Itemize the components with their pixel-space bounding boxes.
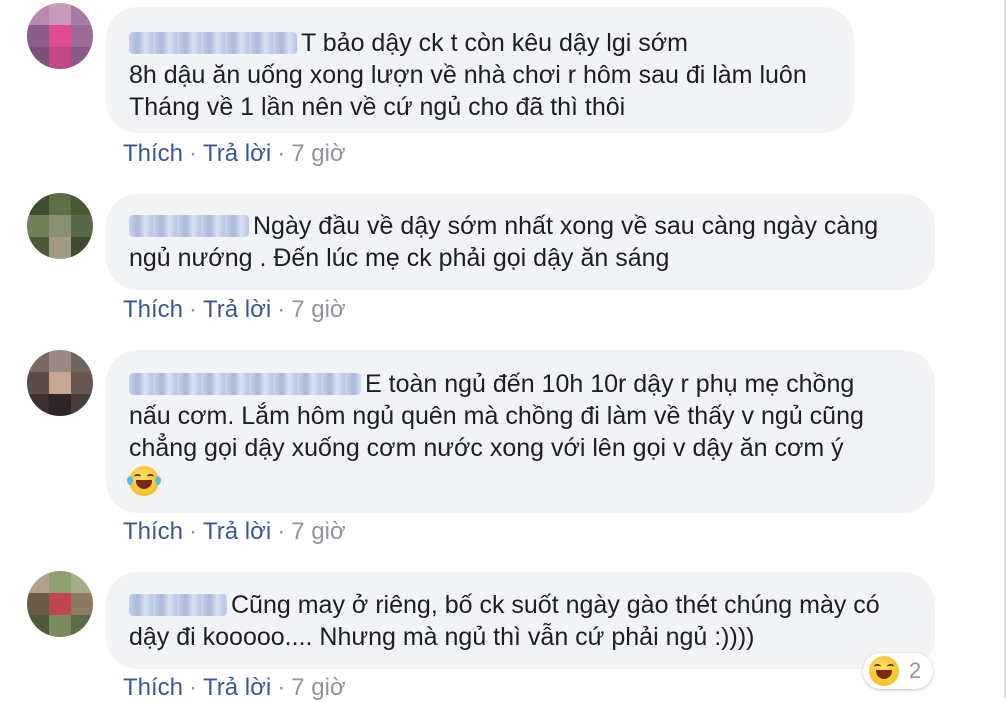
comment-bubble: Cũng may ở riêng, bố ck suốt ngày gào th…: [106, 572, 935, 669]
comment-bubble: T bảo dậy ck t còn kêu dậy lgi sớm 8h dậ…: [106, 7, 854, 133]
avatar[interactable]: [27, 571, 93, 637]
timestamp[interactable]: 7 giờ: [291, 518, 345, 546]
comment-bubble: Ngày đầu về dậy sớm nhất xong về sau càn…: [106, 194, 935, 290]
commenter-name[interactable]: [129, 215, 249, 237]
separator: ·: [189, 296, 198, 323]
reply-link[interactable]: Trả lời: [203, 296, 271, 324]
like-link[interactable]: Thích: [123, 140, 183, 168]
commenter-name[interactable]: [129, 32, 297, 54]
timestamp[interactable]: 7 giờ: [291, 296, 345, 324]
comment-line: nấu cơm. Lắm hôm ngủ quên mà chồng đi là…: [129, 402, 864, 430]
avatar[interactable]: [27, 3, 93, 69]
separator: ·: [189, 140, 198, 167]
timestamp[interactable]: 7 giờ: [291, 140, 345, 168]
haha-reaction-icon: [869, 656, 899, 686]
separator: ·: [277, 296, 286, 323]
avatar[interactable]: [27, 193, 93, 259]
reply-link[interactable]: Trả lời: [203, 140, 271, 168]
comment-bubble: E toàn ngủ đến 10h 10r dậy r phụ mẹ chồn…: [106, 350, 935, 513]
like-link[interactable]: Thích: [123, 296, 183, 324]
separator: ·: [277, 518, 286, 545]
commenter-name[interactable]: [129, 594, 227, 616]
comment-line: Tháng về 1 lần nên về cứ ngủ cho đã thì …: [129, 93, 626, 121]
comment-line: E toàn ngủ đến 10h 10r dậy r phụ mẹ chồn…: [129, 368, 915, 400]
comment-line: Cũng may ở riêng, bố ck suốt ngày gào th…: [129, 589, 915, 621]
reply-link[interactable]: Trả lời: [203, 518, 271, 546]
laughing-tears-icon: [127, 466, 161, 497]
comment-line: chẳng gọi dậy xuống cơm nước xong với lê…: [129, 434, 844, 462]
comment-actions: Thích · Trả lời · 7 giờ: [123, 296, 346, 324]
separator: ·: [189, 518, 198, 545]
reaction-summary[interactable]: 2: [863, 653, 933, 689]
comment-line: T bảo dậy ck t còn kêu dậy lgi sớm: [129, 27, 834, 59]
comment-line: Ngày đầu về dậy sớm nhất xong về sau càn…: [129, 210, 915, 242]
like-link[interactable]: Thích: [123, 518, 183, 546]
comment-line: [127, 464, 915, 497]
comment-line: ngủ nướng . Đến lúc mẹ ck phải gọi dậy ă…: [129, 244, 670, 272]
commenter-name[interactable]: [129, 373, 361, 395]
reaction-count: 2: [909, 658, 922, 683]
comment-actions: Thích · Trả lời · 7 giờ: [123, 518, 346, 546]
comment-line: 8h dậu ăn uống xong lượn về nhà chơi r h…: [129, 61, 807, 89]
comment-line: dậy đi kooooo.... Nhưng mà ngủ thì vẫn c…: [129, 623, 755, 651]
comment-actions: Thích · Trả lời · 7 giờ: [123, 140, 346, 168]
separator: ·: [277, 140, 286, 167]
avatar[interactable]: [27, 350, 93, 416]
